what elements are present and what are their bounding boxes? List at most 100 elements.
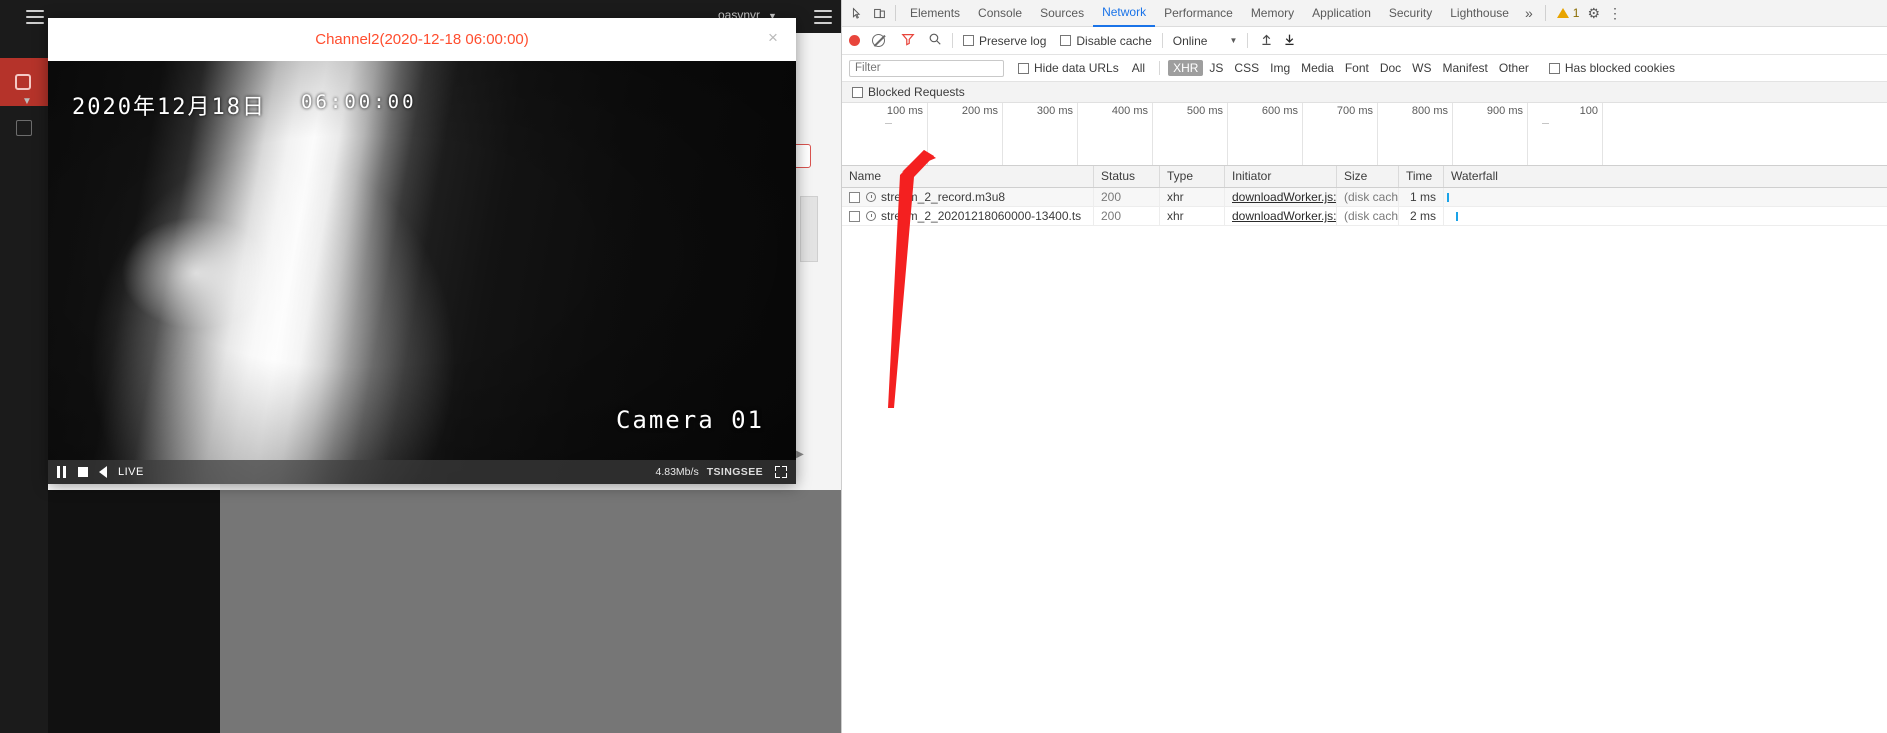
timeline-tick-label: 100 [1579,105,1598,117]
tab-lighthouse[interactable]: Lighthouse [1441,1,1518,26]
column-header-name[interactable]: Name [842,166,1094,187]
brand-logo: TSINGSEE [706,466,763,478]
grid-icon [16,120,32,136]
table-row[interactable]: stream_2_20201218060000-13400.ts 200 xhr do… [842,207,1887,226]
gear-icon[interactable]: ⚙ [1587,5,1600,22]
clear-icon[interactable] [872,34,885,47]
filter-type-css[interactable]: CSS [1229,60,1264,76]
tab-performance[interactable]: Performance [1155,1,1242,26]
fullscreen-icon[interactable] [775,466,787,478]
initiator-link[interactable]: downloadWorker.js:3… [1232,190,1336,204]
stop-button[interactable] [78,467,88,477]
filter-type-doc[interactable]: Doc [1375,60,1406,76]
timeline-tick-label: 400 ms [1111,105,1148,117]
hide-data-urls-checkbox[interactable]: Hide data URLs [1018,61,1119,75]
divider [1247,33,1249,48]
row-checkbox[interactable] [849,191,860,203]
filter-type-js[interactable]: JS [1204,60,1228,76]
timeline-dash [1542,123,1549,124]
cell-size: (disk cache) [1337,207,1399,225]
waterfall-bar [1447,193,1449,202]
search-icon[interactable] [928,32,942,49]
request-name: stream_2_20201218060000-13400.ts [881,209,1082,223]
network-timeline-overview[interactable]: 100 ms 200 ms 300 ms 400 ms 500 ms 600 ms 700 … [842,103,1887,166]
devtools-tabbar: Elements Console Sources Network Performance… [842,0,1887,27]
filter-type-ws[interactable]: WS [1407,60,1436,76]
network-request-table: Name Status Type Initiator Size Time Waterfall… [842,166,1887,226]
pause-icon [57,466,67,478]
waterfall-bar [1456,212,1458,221]
cell-waterfall [1444,188,1887,206]
filter-type-font[interactable]: Font [1340,60,1374,76]
warning-count: 1 [1572,6,1580,20]
column-header-type[interactable]: Type [1160,166,1225,187]
more-options-icon[interactable]: ⋮ [1608,5,1622,22]
column-header-waterfall[interactable]: Waterfall [1444,166,1887,187]
tab-elements[interactable]: Elements [901,1,969,26]
filter-type-xhr[interactable]: XHR [1168,60,1204,76]
checkbox-box [852,86,863,98]
timeline-tick-label: 200 ms [961,105,998,117]
preserve-log-checkbox[interactable]: Preserve log [963,34,1046,48]
checkbox-box [963,35,974,46]
app-side-strip [800,196,818,262]
column-header-status[interactable]: Status [1094,166,1160,187]
column-header-time[interactable]: Time [1399,166,1444,187]
filter-input[interactable] [849,59,1004,77]
video-viewport[interactable]: 2020年12月18日 06:00:00 Camera 01 LIVE 4.83… [48,61,796,484]
filter-type-manifest[interactable]: Manifest [1438,60,1493,76]
tab-memory[interactable]: Memory [1242,1,1303,26]
timeline-tick: 100 ms [852,103,928,165]
table-row[interactable]: stream_2_record.m3u8 200 xhr downloadWorker… [842,188,1887,207]
filter-type-other[interactable]: Other [1494,60,1534,76]
timeline-tick: 200 ms [927,103,1003,165]
disable-cache-label: Disable cache [1076,33,1152,48]
live-indicator: LIVE [118,466,144,478]
tab-application[interactable]: Application [1303,1,1380,26]
column-header-size[interactable]: Size [1337,166,1399,187]
tab-console[interactable]: Console [969,1,1031,26]
filter-icon[interactable] [901,32,915,49]
filter-type-img[interactable]: Img [1265,60,1295,76]
sidebar-item-1[interactable] [0,106,48,150]
app-lower-panel [220,490,841,733]
blocked-requests-label: Blocked Requests [868,85,965,99]
warning-badge[interactable]: 1 [1556,6,1580,20]
video-player-modal: Channel2(2020-12-18 06:00:00) × 2020年12月… [48,18,796,484]
tab-sources[interactable]: Sources [1031,1,1093,26]
device-toolbar-icon[interactable] [868,3,890,23]
timeline-dash [885,123,892,124]
chevron-down-icon[interactable]: ▼ [22,96,32,107]
disable-cache-checkbox[interactable]: Disable cache [1060,33,1152,48]
tab-network[interactable]: Network [1093,0,1156,27]
menu-toggle-right[interactable] [814,10,832,24]
inspect-element-icon[interactable] [846,3,868,23]
timeline-tick: 400 ms [1077,103,1153,165]
previous-button[interactable] [99,466,107,478]
export-har-icon[interactable] [1283,33,1296,49]
record-button[interactable] [849,35,860,46]
pause-button[interactable] [57,466,67,478]
blocked-requests-checkbox[interactable]: Blocked Requests [852,85,965,99]
close-icon[interactable]: × [762,27,784,49]
divider [1544,5,1546,21]
filter-type-all[interactable]: All [1127,60,1150,76]
timeline-tick: 300 ms [1002,103,1078,165]
throttling-select[interactable]: Online ▼ [1173,34,1238,48]
cell-name[interactable]: stream_2_20201218060000-13400.ts [842,207,1094,225]
more-tabs-icon[interactable]: » [1518,5,1540,21]
cell-name[interactable]: stream_2_record.m3u8 [842,188,1094,206]
tab-list: Elements Console Sources Network Performance… [901,0,1518,27]
menu-toggle-left[interactable] [26,10,44,24]
network-toolbar: Preserve log Disable cache Online ▼ [842,27,1887,55]
checkbox-box [1548,62,1560,74]
import-har-icon[interactable] [1260,33,1273,49]
timeline-tick-label: 900 ms [1486,105,1523,117]
row-checkbox[interactable] [849,210,860,222]
column-header-initiator[interactable]: Initiator [1225,166,1337,187]
has-blocked-cookies-checkbox[interactable]: Has blocked cookies [1548,61,1675,75]
initiator-link[interactable]: downloadWorker.js:5… [1232,209,1336,223]
chevron-down-icon: ▼ [1229,36,1238,45]
filter-type-media[interactable]: Media [1296,60,1339,76]
tab-security[interactable]: Security [1380,1,1441,26]
